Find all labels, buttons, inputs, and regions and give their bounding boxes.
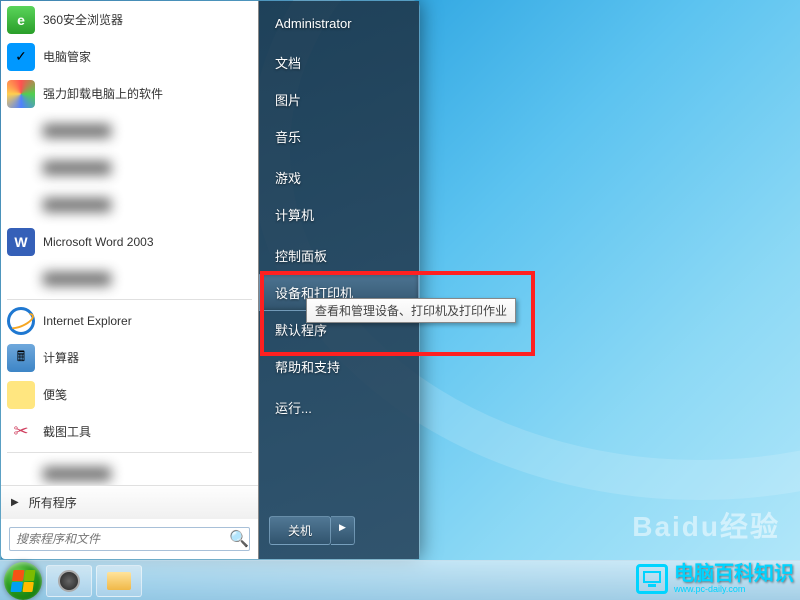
windows-logo-icon — [10, 570, 35, 592]
taskbar-browser-icon[interactable] — [46, 565, 92, 597]
program-label: 计算器 — [43, 349, 79, 366]
program-item-7[interactable]: ████████ — [1, 260, 258, 297]
shutdown-button[interactable]: 关机 — [269, 516, 331, 545]
search-box[interactable]: 🔍 — [9, 527, 250, 551]
user-name[interactable]: Administrator — [259, 7, 419, 40]
program-icon — [7, 117, 35, 145]
program-label: Internet Explorer — [43, 314, 132, 328]
program-label: 便笺 — [43, 386, 67, 403]
footer-brand: 电脑百科知识 — [674, 564, 794, 584]
right-panel-item-2[interactable]: 音乐 — [259, 118, 419, 155]
program-list: e 360安全浏览器 ✓ 电脑管家强力卸载电脑上的软件 ████████ ████████… — [1, 1, 258, 485]
program-icon — [7, 154, 35, 182]
program-label: 360安全浏览器 — [43, 11, 123, 28]
program-item-4[interactable]: ████████ — [1, 149, 258, 186]
watermark: Baidu经验 — [632, 505, 780, 545]
footer-url: www.pc-daily.com — [674, 584, 794, 594]
program-label: 电脑管家 — [43, 48, 91, 65]
right-panel-item-8[interactable]: 帮助和支持 — [259, 348, 419, 385]
program-label: 截图工具 — [43, 423, 91, 440]
program-icon — [7, 418, 35, 446]
program-icon: 🖩 — [7, 344, 35, 372]
start-menu: e 360安全浏览器 ✓ 电脑管家强力卸载电脑上的软件 ████████ ████████… — [0, 0, 420, 560]
program-item-10[interactable]: 便笺 — [1, 376, 258, 413]
program-icon — [7, 191, 35, 219]
start-button[interactable] — [4, 562, 42, 600]
right-panel-item-5[interactable]: 控制面板 — [259, 237, 419, 274]
right-panel-item-3[interactable]: 游戏 — [259, 159, 419, 196]
shutdown-options-arrow[interactable]: ▶ — [331, 516, 355, 545]
tooltip: 查看和管理设备、打印机及打印作业 — [306, 298, 516, 323]
program-icon — [7, 381, 35, 409]
program-label: ████████ — [43, 467, 111, 481]
all-programs-button[interactable]: ▶ 所有程序 — [1, 485, 258, 519]
right-panel-item-9[interactable]: 运行... — [259, 389, 419, 426]
program-label: ████████ — [43, 161, 111, 175]
search-input[interactable] — [16, 532, 229, 546]
program-item-3[interactable]: ████████ — [1, 112, 258, 149]
program-label: ████████ — [43, 198, 111, 212]
taskbar-explorer-icon[interactable] — [96, 565, 142, 597]
right-panel-item-1[interactable]: 图片 — [259, 81, 419, 118]
program-item-5[interactable]: ████████ — [1, 186, 258, 223]
search-icon: 🔍 — [229, 529, 243, 549]
program-label: 强力卸载电脑上的软件 — [43, 85, 163, 102]
program-item-12[interactable]: ████████ — [1, 455, 258, 485]
program-item-6[interactable]: W Microsoft Word 2003 — [1, 223, 258, 260]
program-icon — [7, 265, 35, 293]
program-item-2[interactable]: 强力卸载电脑上的软件 — [1, 75, 258, 112]
program-label: ████████ — [43, 124, 111, 138]
program-item-9[interactable]: 🖩 计算器 — [1, 339, 258, 376]
program-icon — [7, 460, 35, 486]
footer-logo: 电脑百科知识 www.pc-daily.com — [636, 564, 794, 594]
program-label: ████████ — [43, 272, 111, 286]
triangle-icon: ▶ — [11, 497, 19, 508]
all-programs-label: 所有程序 — [29, 494, 77, 511]
start-menu-right-panel: Administrator 文档图片音乐游戏计算机控制面板设备和打印机默认程序帮… — [259, 1, 419, 559]
program-item-11[interactable]: 截图工具 — [1, 413, 258, 450]
program-label: Microsoft Word 2003 — [43, 235, 154, 249]
program-item-0[interactable]: e 360安全浏览器 — [1, 1, 258, 38]
right-panel-item-0[interactable]: 文档 — [259, 44, 419, 81]
program-icon: W — [7, 228, 35, 256]
program-item-1[interactable]: ✓ 电脑管家 — [1, 38, 258, 75]
right-panel-item-4[interactable]: 计算机 — [259, 196, 419, 233]
program-icon: e — [7, 6, 35, 34]
start-menu-left-panel: e 360安全浏览器 ✓ 电脑管家强力卸载电脑上的软件 ████████ ████████… — [1, 1, 259, 559]
program-item-8[interactable]: Internet Explorer — [1, 302, 258, 339]
program-icon — [7, 80, 35, 108]
program-icon — [7, 307, 35, 335]
monitor-icon — [636, 564, 668, 594]
program-icon: ✓ — [7, 43, 35, 71]
